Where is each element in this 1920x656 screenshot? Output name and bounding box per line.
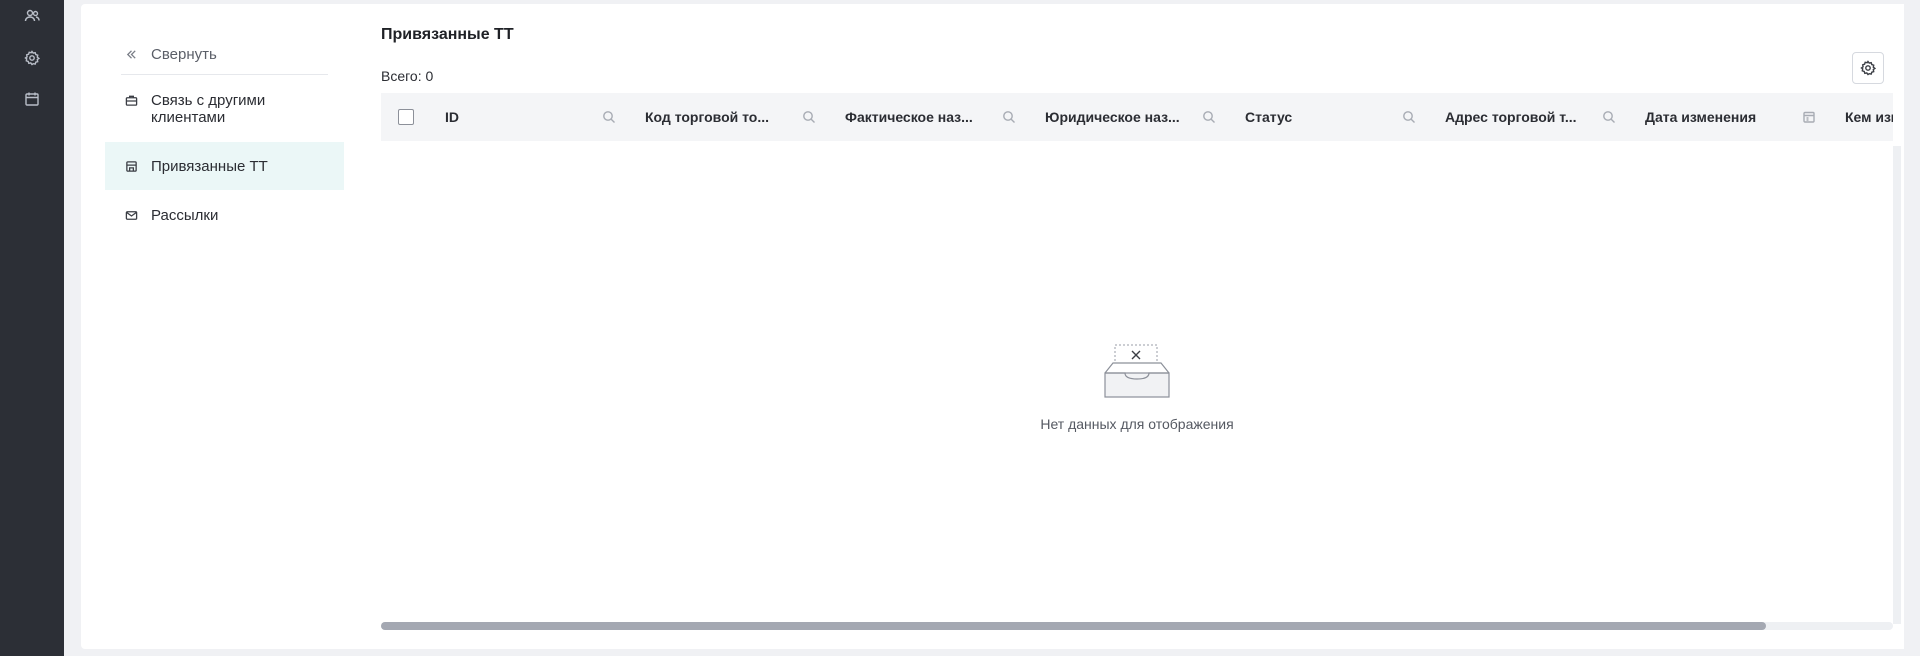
- collapse-button[interactable]: Свернуть: [105, 46, 344, 63]
- search-icon[interactable]: [802, 110, 816, 124]
- column-label: Статус: [1245, 109, 1293, 125]
- column-label: Дата изменения: [1645, 109, 1757, 125]
- content-panel: Привязанные ТТ Всего: 0 ID Код торговой …: [361, 4, 1904, 649]
- search-icon[interactable]: [1202, 110, 1216, 124]
- vertical-scrollbar-track[interactable]: [1893, 146, 1901, 624]
- select-all-checkbox[interactable]: [398, 109, 414, 125]
- column-label: Адрес торговой т...: [1445, 109, 1577, 125]
- mail-icon: [125, 207, 139, 224]
- subnav-item-mailings[interactable]: Рассылки: [105, 207, 344, 224]
- empty-state: Нет данных для отображения: [381, 343, 1893, 432]
- column-label: Кем изм: [1845, 109, 1893, 125]
- users-icon[interactable]: [22, 6, 42, 26]
- column-header-modified-date[interactable]: Дата изменения: [1645, 93, 1845, 141]
- calendar-icon[interactable]: [1802, 110, 1816, 124]
- store-icon: [125, 158, 139, 175]
- grid-header: ID Код торговой то... Фактическое наз...…: [381, 93, 1893, 141]
- collapse-label: Свернуть: [151, 46, 217, 63]
- data-grid: ID Код торговой то... Фактическое наз...…: [381, 93, 1893, 623]
- column-label: ID: [445, 109, 459, 125]
- column-header-legal-name[interactable]: Юридическое наз...: [1045, 93, 1245, 141]
- column-label: Юридическое наз...: [1045, 109, 1180, 125]
- column-header-id[interactable]: ID: [445, 93, 645, 141]
- column-header-actual-name[interactable]: Фактическое наз...: [845, 93, 1045, 141]
- horizontal-scrollbar-thumb[interactable]: [381, 622, 1766, 630]
- gear-icon[interactable]: [22, 48, 42, 68]
- briefcase-icon: [125, 92, 139, 109]
- search-icon[interactable]: [1602, 110, 1616, 124]
- double-chevron-left-icon: [125, 46, 139, 63]
- subnav-item-client-links[interactable]: Связь с другими клиентами: [105, 92, 344, 126]
- horizontal-scrollbar[interactable]: [381, 622, 1893, 630]
- sub-navigation: Свернуть Связь с другими клиентами Привя…: [105, 4, 344, 649]
- column-label: Код торговой то...: [645, 109, 770, 125]
- search-icon[interactable]: [602, 110, 616, 124]
- page-title: Привязанные ТТ: [381, 26, 514, 43]
- table-settings-button[interactable]: [1852, 52, 1884, 84]
- app-rail: [0, 0, 64, 656]
- subnav-item-linked-tt[interactable]: Привязанные ТТ: [105, 142, 344, 190]
- main-card: Свернуть Связь с другими клиентами Привя…: [81, 4, 1904, 649]
- subnav-item-label: Рассылки: [151, 207, 219, 224]
- calendar-icon[interactable]: [22, 89, 42, 109]
- search-icon[interactable]: [1002, 110, 1016, 124]
- column-label: Фактическое наз...: [845, 109, 973, 125]
- total-count: Всего: 0: [381, 68, 434, 84]
- subnav-item-label: Привязанные ТТ: [151, 157, 268, 175]
- column-header-outlet-address[interactable]: Адрес торговой т...: [1445, 93, 1645, 141]
- empty-state-text: Нет данных для отображения: [1040, 416, 1234, 432]
- column-header-status[interactable]: Статус: [1245, 93, 1445, 141]
- gear-icon: [1860, 60, 1876, 76]
- column-header-outlet-code[interactable]: Код торговой то...: [645, 93, 845, 141]
- empty-inbox-icon: [1103, 343, 1171, 404]
- column-header-modified-by[interactable]: Кем изм: [1845, 93, 1893, 141]
- subnav-item-label: Связь с другими клиентами: [151, 92, 266, 126]
- search-icon[interactable]: [1402, 110, 1416, 124]
- subnav-divider: [121, 74, 328, 75]
